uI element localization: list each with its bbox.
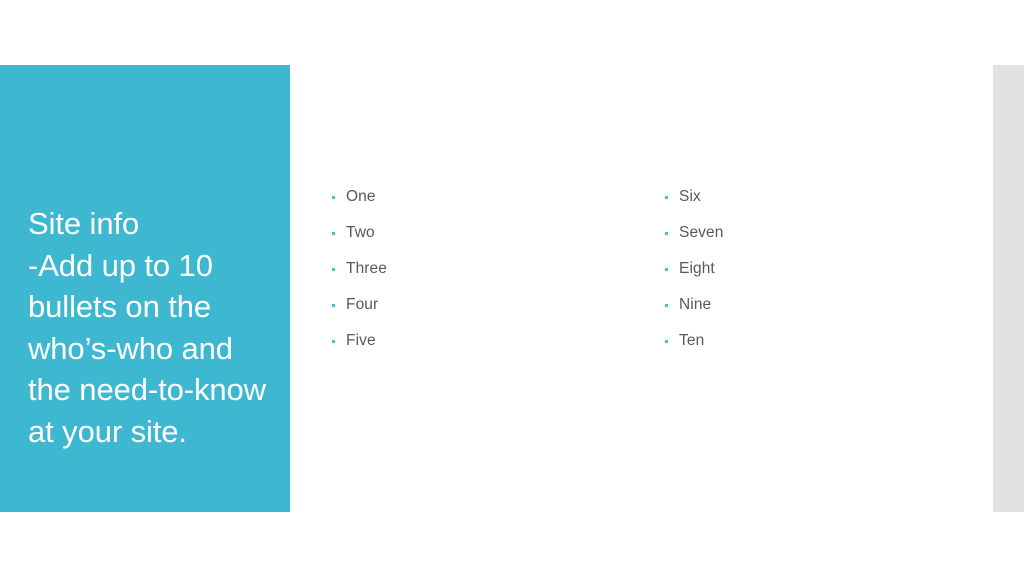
slide-canvas: Site info -Add up to 10 bullets on the w… <box>0 0 1024 576</box>
right-edge-accent-bar <box>993 65 1024 512</box>
list-item[interactable]: Seven <box>665 220 965 256</box>
title-panel: Site info -Add up to 10 bullets on the w… <box>0 65 290 512</box>
list-item[interactable]: Ten <box>665 328 965 364</box>
list-item-label: Ten <box>679 332 705 349</box>
list-item-label: Four <box>346 296 379 313</box>
list-item[interactable]: Four <box>332 292 632 328</box>
bullet-dot-icon <box>665 268 668 271</box>
bullet-dot-icon <box>332 232 335 235</box>
bullet-dot-icon <box>665 304 668 307</box>
list-item-label: Seven <box>679 224 724 241</box>
list-item-label: Six <box>679 188 701 205</box>
list-item[interactable]: Three <box>332 256 632 292</box>
list-item-label: Three <box>346 260 387 277</box>
list-item[interactable]: Eight <box>665 256 965 292</box>
list-item-label: Two <box>346 224 375 241</box>
bullet-dot-icon <box>665 232 668 235</box>
bullet-list-right: Six Seven Eight Nine Ten <box>665 184 965 364</box>
list-item[interactable]: Six <box>665 184 965 220</box>
bullet-dot-icon <box>332 304 335 307</box>
list-item[interactable]: Two <box>332 220 632 256</box>
list-item-label: Nine <box>679 296 712 313</box>
bullet-dot-icon <box>332 268 335 271</box>
bullet-dot-icon <box>665 340 668 343</box>
list-item-label: Five <box>346 332 376 349</box>
list-item[interactable]: Five <box>332 328 632 364</box>
slide-title: Site info -Add up to 10 bullets on the w… <box>28 206 266 449</box>
list-item[interactable]: Nine <box>665 292 965 328</box>
bullet-dot-icon <box>332 196 335 199</box>
bullet-dot-icon <box>665 196 668 199</box>
bullet-dot-icon <box>332 340 335 343</box>
list-item-label: Eight <box>679 260 715 277</box>
bullet-list-left: One Two Three Four Five <box>332 184 632 364</box>
list-item-label: One <box>346 188 376 205</box>
list-item[interactable]: One <box>332 184 632 220</box>
